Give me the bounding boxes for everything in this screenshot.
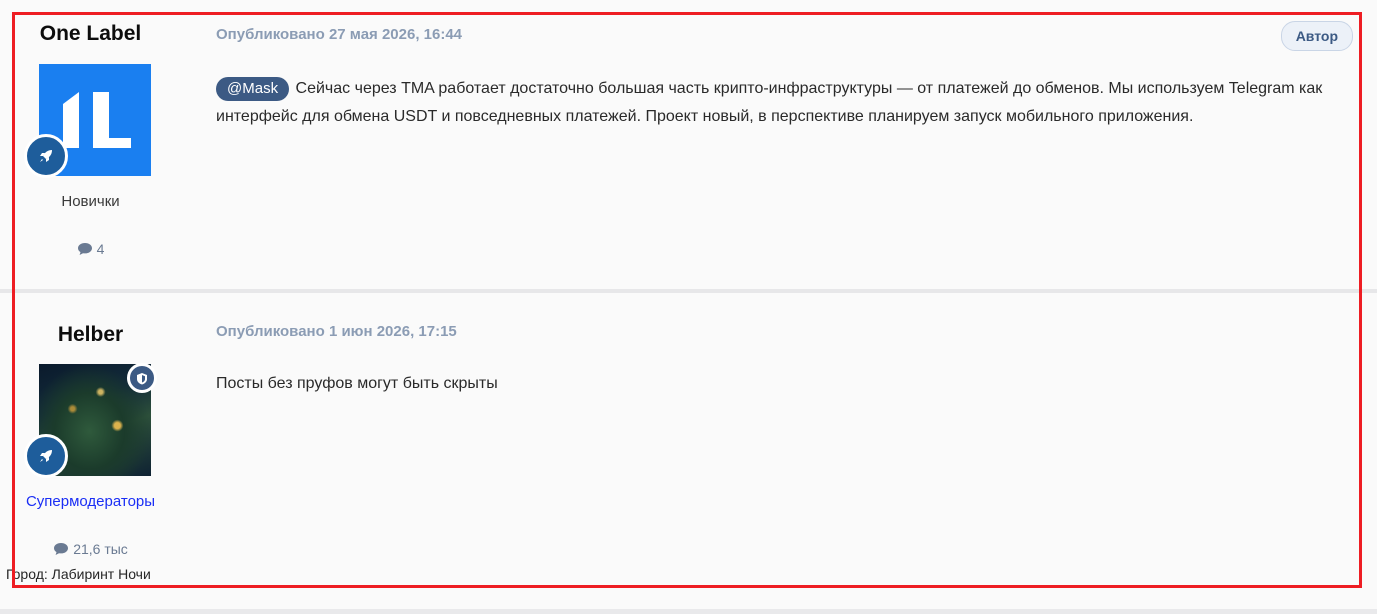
- bottom-divider: [0, 609, 1377, 614]
- highlight-frame: [12, 12, 1362, 588]
